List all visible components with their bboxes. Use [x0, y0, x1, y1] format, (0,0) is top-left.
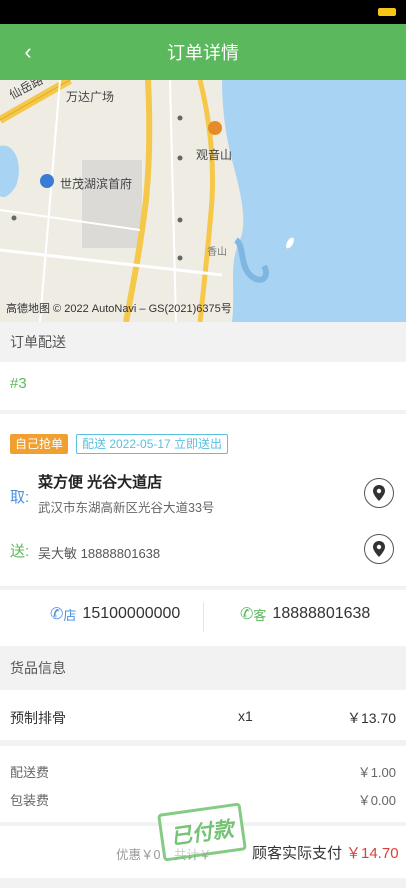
- dropoff-location-button[interactable]: [364, 534, 394, 564]
- divider: [0, 586, 406, 587]
- self-grab-badge: 自己抢单: [10, 434, 69, 454]
- phone-icon: ✆: [240, 606, 254, 623]
- delivery-time-badge: 配送 2022-05-17 立即送出: [76, 434, 229, 454]
- customer-phone-button[interactable]: ✆ 客 18888801638: [240, 604, 370, 624]
- map-label-shimao: 世茂湖滨首府: [60, 177, 133, 191]
- status-bar: [0, 0, 406, 24]
- store-phone: 15100000000: [82, 605, 181, 622]
- back-icon[interactable]: ‹: [14, 38, 42, 66]
- map-label-wanda: 万达广场: [66, 90, 115, 104]
- store-tag: 店: [63, 607, 77, 623]
- discount-text: 优惠￥0: [116, 848, 161, 862]
- dropoff-tag: 送:: [10, 543, 30, 560]
- pickup-location-button[interactable]: [364, 478, 394, 508]
- map-view[interactable]: 仙岳路 万达广场 观音山 世茂湖滨首府 香山 高德地图 © 2022 AutoN…: [0, 80, 406, 322]
- delivery-fee-value: ￥1.00: [357, 765, 396, 780]
- packaging-fee-value: ￥0.00: [357, 793, 396, 808]
- packaging-fee-label: 包装费: [10, 793, 50, 808]
- pickup-address: 武汉市东湖高新区光谷大道33号: [38, 501, 215, 515]
- section-header-delivery: 订单配送: [0, 322, 406, 362]
- pay-value: ￥14.70: [346, 845, 399, 862]
- customer-phone: 18888801638: [272, 605, 371, 622]
- pay-label: 顾客实际支付: [252, 845, 343, 862]
- order-number-row: #3: [0, 362, 406, 410]
- map-graphic: [0, 80, 406, 322]
- delivery-fee-label: 配送费: [10, 765, 50, 780]
- map-label-guanyinshan: 观音山: [196, 148, 233, 162]
- location-pin-icon: [373, 541, 385, 557]
- map-copyright: 高德地图 © 2022 AutoNavi – GS(2021)6375号: [6, 303, 232, 315]
- nav-bar: ‹ 订单详情: [0, 24, 406, 80]
- dropoff-contact: 吴大敏 18888801638: [38, 546, 161, 561]
- pickup-tag: 取:: [10, 489, 30, 506]
- goods-price: ￥13.70: [346, 710, 396, 726]
- contact-divider: [203, 602, 204, 632]
- map-label-xiangshan: 香山: [207, 247, 227, 258]
- section-header-goods: 货品信息: [0, 648, 406, 688]
- goods-qty: x1: [238, 708, 253, 724]
- pickup-store-name: 菜方便 光谷大道店: [38, 474, 163, 491]
- battery-icon: [378, 8, 396, 16]
- goods-name: 预制排骨: [10, 710, 66, 726]
- order-number: #3: [10, 375, 27, 392]
- store-phone-button[interactable]: ✆ 店 15100000000: [50, 604, 180, 624]
- phone-icon: ✆: [50, 606, 64, 623]
- page-title: 订单详情: [167, 43, 239, 63]
- customer-tag: 客: [253, 607, 267, 623]
- location-pin-icon: [373, 485, 385, 501]
